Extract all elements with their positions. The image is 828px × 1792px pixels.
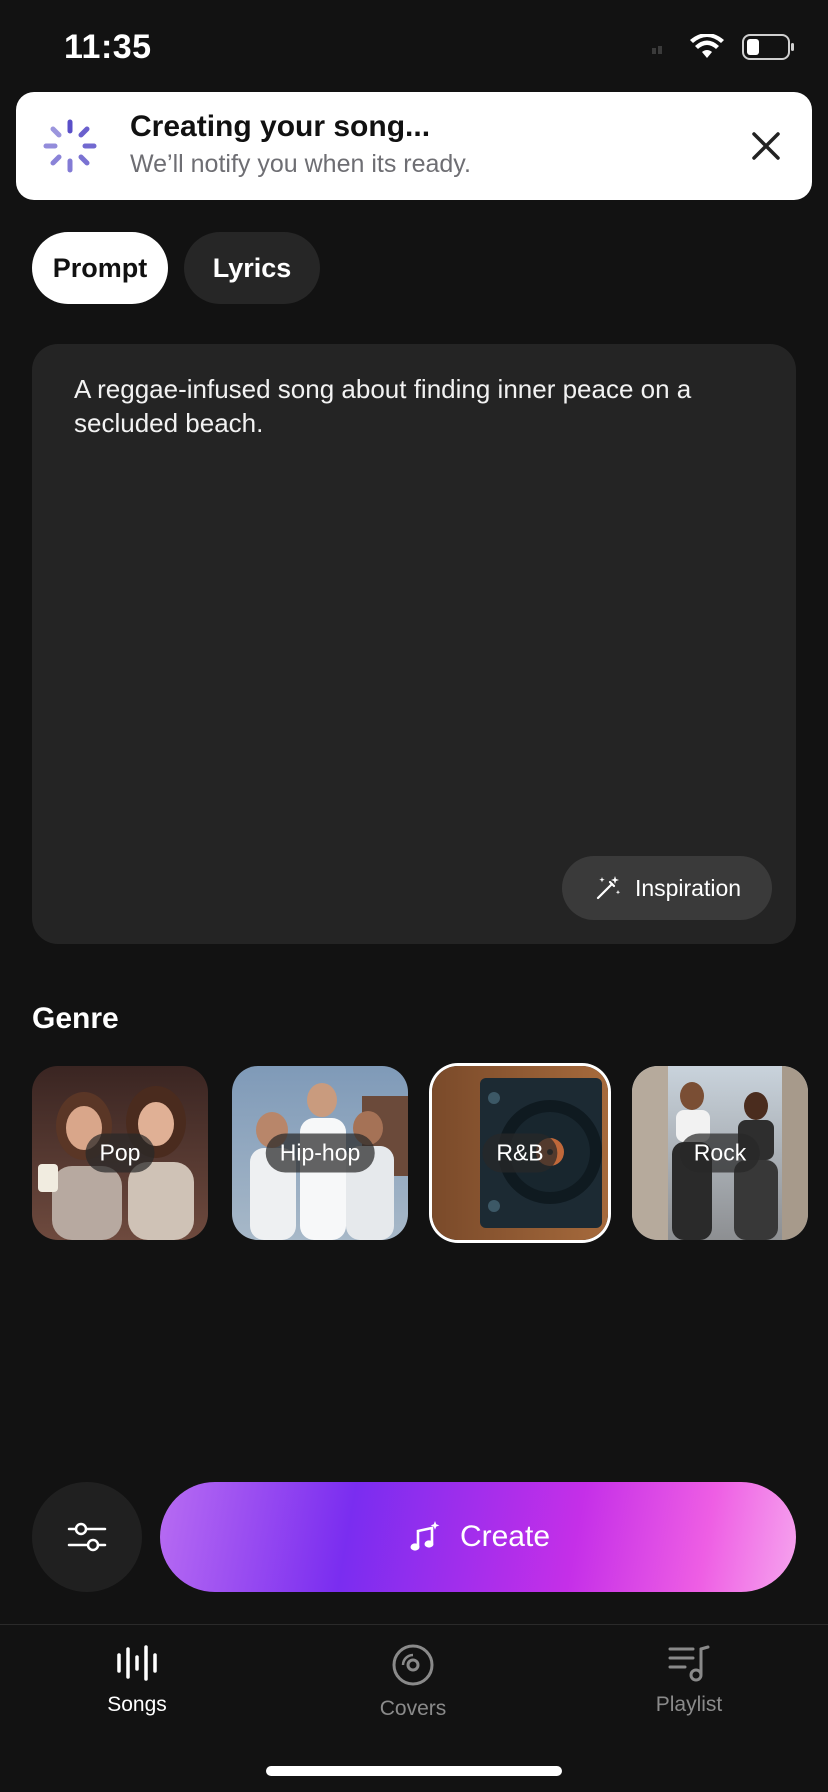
loading-spinner-icon: [43, 119, 97, 173]
prompt-input-card[interactable]: A reggae-infused song about finding inne…: [32, 344, 796, 944]
status-icons: [652, 34, 796, 60]
home-indicator[interactable]: [266, 1766, 562, 1776]
genre-tile-rock[interactable]: Rock: [632, 1066, 808, 1240]
genre-label-pop: Pop: [85, 1133, 155, 1173]
genre-label-hip-hop: Hip-hop: [265, 1133, 375, 1173]
magic-wand-icon: [596, 876, 621, 900]
genre-heading: Genre: [32, 1002, 119, 1035]
inspiration-button[interactable]: Inspiration: [562, 856, 772, 920]
genre-tile-rnb[interactable]: R&B: [432, 1066, 608, 1240]
battery-icon: [742, 34, 794, 60]
tabbar-label-playlist: Playlist: [655, 1693, 723, 1716]
wifi-icon: [690, 34, 724, 58]
tabbar-label-covers: Covers: [379, 1697, 447, 1720]
signal-icon: [652, 46, 662, 54]
tabbar-item-playlist[interactable]: Playlist: [589, 1643, 789, 1717]
creating-banner: Creating your song... We’ll notify you w…: [16, 92, 812, 200]
create-button[interactable]: Create: [160, 1482, 796, 1592]
disc-icon: [392, 1644, 434, 1686]
genre-label-rnb: R&B: [482, 1133, 558, 1173]
create-label: Create: [459, 1520, 551, 1553]
tabbar-item-songs[interactable]: Songs: [37, 1643, 237, 1717]
inspiration-label: Inspiration: [634, 874, 742, 901]
waveform-icon: [117, 1645, 157, 1681]
close-icon[interactable]: [742, 122, 790, 170]
sliders-icon: [67, 1522, 107, 1552]
music-sparkle-icon: [410, 1521, 440, 1551]
genre-tile-hip-hop[interactable]: Hip-hop: [232, 1066, 408, 1240]
banner-subtitle: We’ll notify you when its ready.: [130, 150, 471, 178]
banner-title: Creating your song...: [130, 110, 431, 143]
app-screen: 11:35 Creating your song... We’ll notify…: [0, 0, 828, 1792]
genre-label-rock: Rock: [679, 1133, 761, 1173]
status-time: 11:35: [64, 28, 152, 66]
tab-lyrics[interactable]: Lyrics: [184, 232, 320, 304]
tabbar-label-songs: Songs: [107, 1693, 167, 1716]
tabbar-item-covers[interactable]: Covers: [313, 1643, 513, 1721]
genre-tile-pop[interactable]: Pop: [32, 1066, 208, 1240]
settings-button[interactable]: [32, 1482, 142, 1592]
tab-prompt[interactable]: Prompt: [32, 232, 168, 304]
playlist-icon: [668, 1645, 710, 1682]
prompt-text[interactable]: A reggae-infused song about finding inne…: [74, 372, 764, 440]
